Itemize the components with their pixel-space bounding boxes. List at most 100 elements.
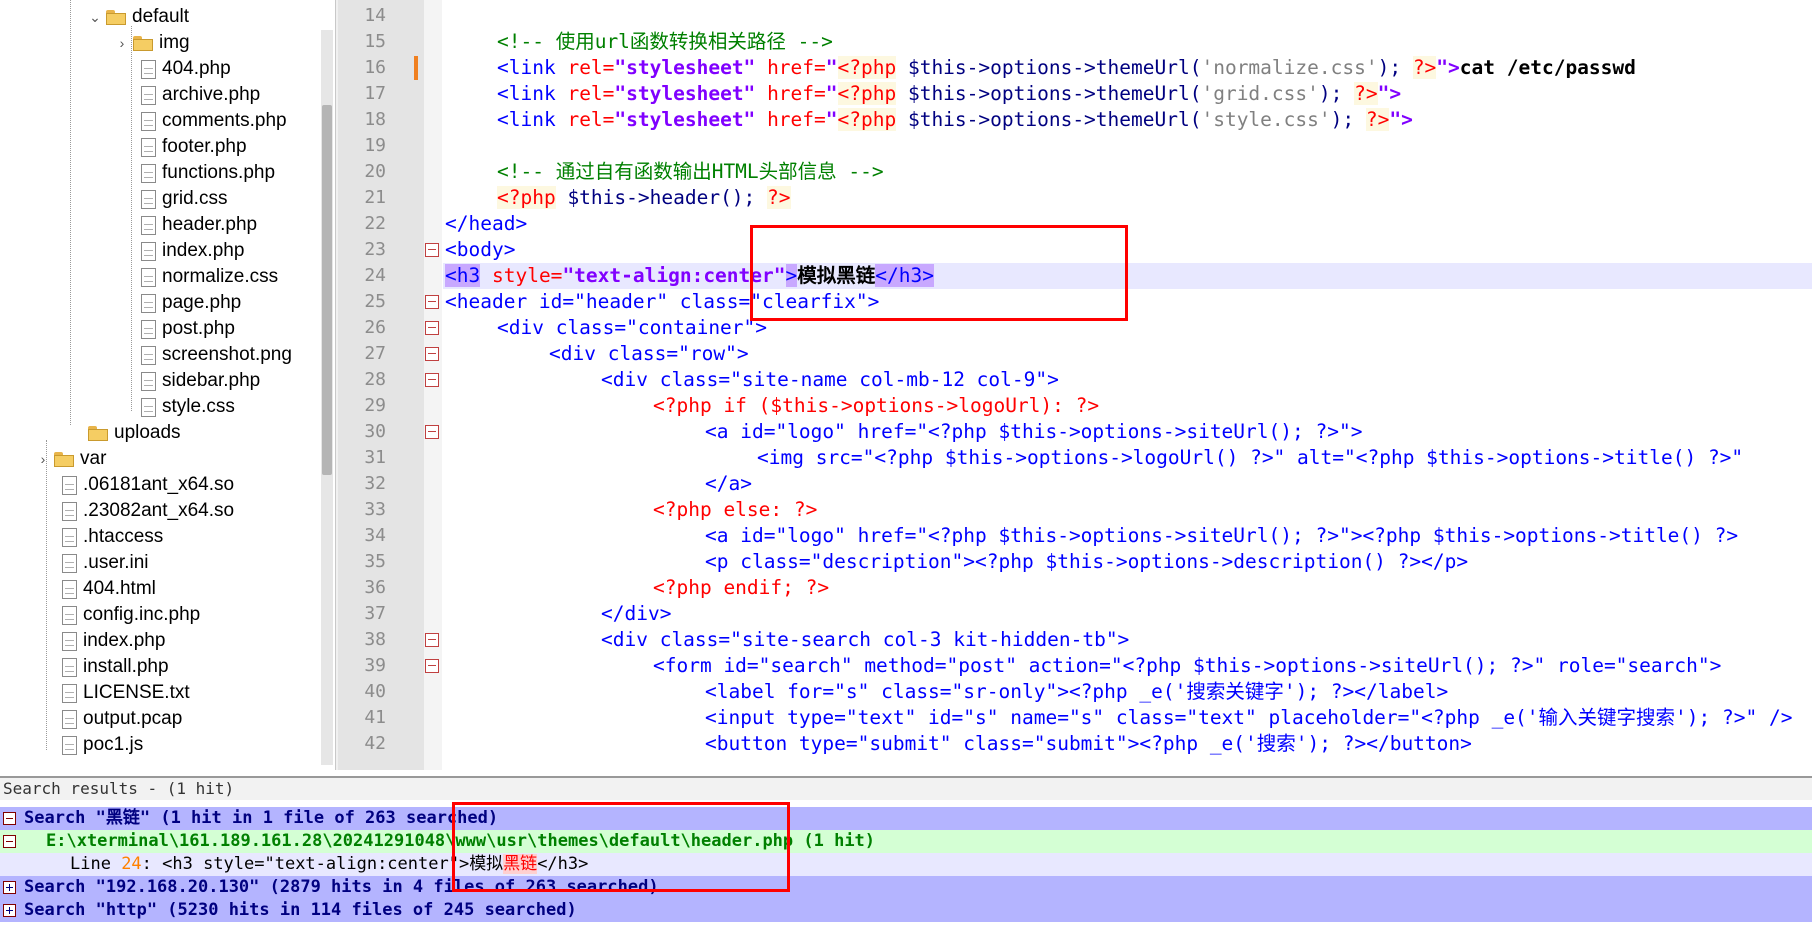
file-icon [141,319,156,339]
tree-item-uploads[interactable]: uploads [88,420,181,446]
line-number: 35 [364,551,386,572]
file-icon [62,475,77,495]
tree-item-file[interactable]: output.pcap [62,706,182,732]
tree-item-file[interactable]: config.inc.php [62,602,200,628]
line-number: 21 [364,187,386,208]
search-result-line[interactable]: Line 24: <h3 style="text-align:center">模… [0,853,1812,876]
search-results-panel: Search results - (1 hit) Search "黑链" (1 … [0,776,1812,933]
tree-item-file[interactable]: 404.php [141,56,231,82]
code-line-33: <?php else: ?> [653,498,818,521]
file-icon [62,709,77,729]
fold-toggle-icon[interactable] [425,243,439,257]
chevron-down-icon[interactable]: ⌄ [88,4,102,30]
tree-item-file[interactable]: 404.html [62,576,156,602]
code-editor[interactable]: <!-- 使用url函数转换相关路径 --> <link rel="styles… [443,0,1812,770]
tree-item-file[interactable]: .23082ant_x64.so [62,498,234,524]
tree-item-file[interactable]: .user.ini [62,550,148,576]
expand-icon[interactable] [3,881,16,894]
file-icon [141,267,156,287]
line-number: 23 [364,239,386,260]
file-icon [62,579,77,599]
code-line-41: <input type="text" id="s" name="s" class… [705,706,1793,729]
code-line-38: <div class="site-search col-3 kit-hidden… [601,628,1130,651]
line-number: 25 [364,291,386,312]
tree-item-default[interactable]: ⌄ default [88,4,189,30]
line-number: 37 [364,603,386,624]
fold-toggle-icon[interactable] [425,347,439,361]
fold-toggle-icon[interactable] [425,321,439,335]
tree-item-file[interactable]: page.php [141,290,241,316]
code-line-32: </a> [705,472,752,495]
tree-item-file[interactable]: comments.php [141,108,287,134]
change-marker [414,56,418,80]
tree-item-img[interactable]: › img [115,30,190,56]
code-line-24: <h3 style="text-align:center">模拟黑链</h3> [445,264,934,287]
chevron-right-icon[interactable]: › [36,446,50,472]
tree-item-file[interactable]: header.php [141,212,257,238]
code-line-15: <!-- 使用url函数转换相关路径 --> [497,30,833,53]
tree-item-file[interactable]: poc1.js [62,732,143,758]
search-result-group[interactable]: Search "http" (5230 hits in 114 files of… [0,899,1812,922]
tree-item-var[interactable]: › var [36,446,107,472]
search-result-group[interactable]: Search "192.168.20.130" (2879 hits in 4 … [0,876,1812,899]
file-icon [141,215,156,235]
line-number: 40 [364,681,386,702]
line-number: 14 [364,5,386,26]
tree-item-file[interactable]: footer.php [141,134,247,160]
line-number: 41 [364,707,386,728]
tree-item-file[interactable]: LICENSE.txt [62,680,190,706]
code-line-37: </div> [601,602,672,625]
line-number: 29 [364,395,386,416]
code-line-35: <p class="description"><?php $this->opti… [705,550,1469,573]
file-icon [141,345,156,365]
tree-item-file[interactable]: archive.php [141,82,260,108]
line-number: 42 [364,733,386,754]
collapse-icon[interactable] [3,835,16,848]
file-icon [62,527,77,547]
tree-item-file[interactable]: .htaccess [62,524,163,550]
code-line-17: <link rel="stylesheet" href="<?php $this… [497,82,1402,105]
search-results-title: Search results - (1 hit) [0,778,1812,800]
tree-guide-line [131,26,132,411]
expand-icon[interactable] [3,904,16,917]
fold-toggle-icon[interactable] [425,295,439,309]
line-number: 18 [364,109,386,130]
tree-item-file[interactable]: style.css [141,394,235,420]
line-number-gutter: 14 15 16 17 18 19 20 21 22 23 24 25 26 2… [336,0,426,770]
tree-item-file[interactable]: sidebar.php [141,368,260,394]
file-icon [62,501,77,521]
line-number: 20 [364,161,386,182]
fold-toggle-icon[interactable] [425,659,439,673]
tree-item-file[interactable]: install.php [62,654,169,680]
tree-scrollbar-thumb[interactable] [322,105,332,475]
code-line-22: </head> [445,212,528,235]
fold-toggle-icon[interactable] [425,425,439,439]
line-number: 15 [364,31,386,52]
tree-item-file[interactable]: post.php [141,316,235,342]
code-line-34: <a id="logo" href="<?php $this->options-… [705,524,1739,547]
code-line-31: <img src="<?php $this->options->logoUrl(… [757,446,1744,469]
tree-item-file[interactable]: grid.css [141,186,227,212]
tree-item-file[interactable]: .06181ant_x64.so [62,472,234,498]
tree-item-file[interactable]: index.php [62,628,165,654]
fold-toggle-icon[interactable] [425,373,439,387]
line-number: 27 [364,343,386,364]
collapse-icon[interactable] [3,812,16,825]
code-line-26: <div class="container"> [497,316,768,339]
tree-item-file[interactable]: screenshot.png [141,342,292,368]
line-number: 28 [364,369,386,390]
file-icon [62,605,77,625]
tree-item-file[interactable]: normalize.css [141,264,278,290]
file-icon [62,683,77,703]
chevron-right-icon[interactable]: › [115,30,129,56]
fold-toggle-icon[interactable] [425,633,439,647]
file-icon [141,85,156,105]
folder-icon [88,425,108,441]
line-number: 24 [364,265,386,286]
search-result-file[interactable]: E:\xterminal\161.189.161.28\20241291048\… [0,830,1812,853]
search-result-group[interactable]: Search "黑链" (1 hit in 1 file of 263 sear… [0,807,1812,830]
tree-item-file[interactable]: functions.php [141,160,275,186]
tree-scrollbar[interactable] [321,30,333,765]
tree-item-file[interactable]: index.php [141,238,244,264]
line-number: 16 [364,57,386,78]
